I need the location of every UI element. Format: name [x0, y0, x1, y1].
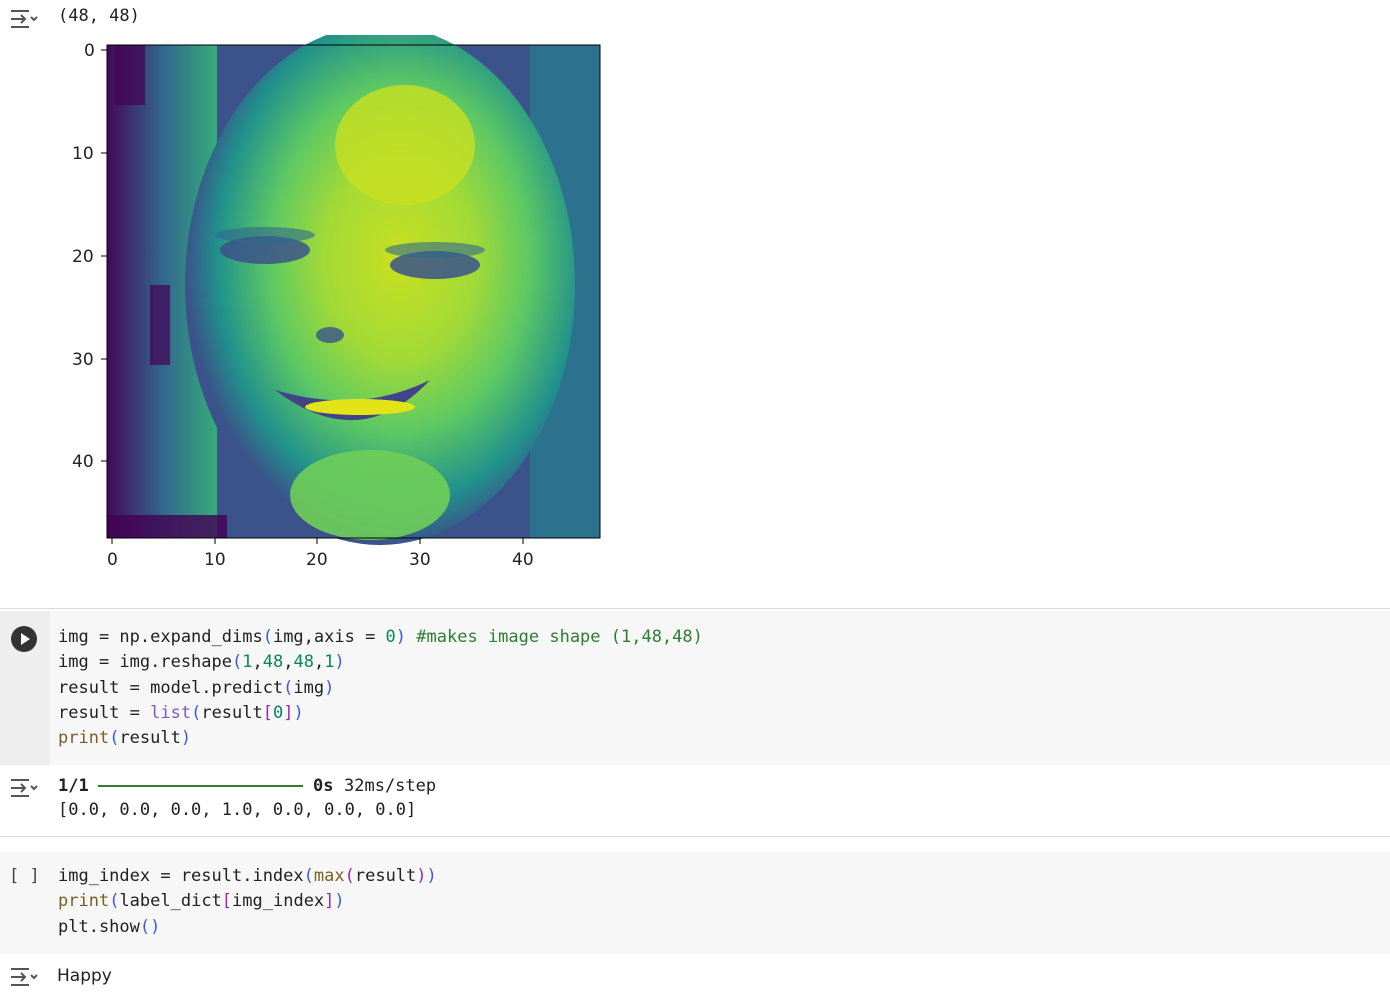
- code-line[interactable]: result = model.predict(img): [58, 678, 334, 698]
- prediction-output: Happy: [57, 966, 112, 986]
- y-tick-label: 0: [84, 41, 95, 61]
- y-tick-label: 20: [72, 247, 94, 267]
- output-toggle-icon[interactable]: [9, 777, 39, 801]
- heatmap-image: [107, 25, 600, 545]
- progress-time: 0s: [313, 776, 334, 796]
- y-tick-label: 30: [72, 350, 94, 370]
- x-axis: [111, 538, 524, 544]
- cell-separator: [0, 608, 1390, 609]
- run-button[interactable]: [ ]: [9, 866, 40, 886]
- progress-bar: [98, 785, 303, 787]
- code-line[interactable]: print(result): [58, 728, 191, 748]
- x-tick-label: 10: [204, 550, 226, 570]
- cell-separator: [0, 836, 1390, 837]
- y-tick-label: 10: [72, 144, 94, 164]
- x-tick-label: 0: [107, 550, 118, 570]
- output-toggle-icon[interactable]: [9, 966, 39, 990]
- plot-svg: [101, 25, 601, 545]
- code-cell[interactable]: [ ] img_index = result.index(max(result)…: [0, 852, 1390, 954]
- code-line[interactable]: print(label_dict[img_index]): [58, 891, 345, 911]
- code-line[interactable]: result = list(result[0]): [58, 703, 304, 723]
- code-comment: #makes image shape (1,48,48): [416, 627, 703, 647]
- shape-output: (48, 48): [58, 6, 140, 26]
- code-line[interactable]: img = np.expand_dims(img,axis = 0) #make…: [58, 627, 703, 647]
- x-tick-label: 30: [409, 550, 431, 570]
- output-toggle-icon[interactable]: [9, 8, 39, 32]
- image-plot: [60, 25, 620, 580]
- y-axis: [101, 49, 107, 462]
- progress-count: 1/1: [58, 776, 89, 796]
- code-cell[interactable]: img = np.expand_dims(img,axis = 0) #make…: [0, 611, 1390, 765]
- progress-rate: 32ms/step: [344, 776, 437, 796]
- result-output: [0.0, 0.0, 0.0, 1.0, 0.0, 0.0, 0.0]: [58, 800, 417, 820]
- x-tick-label: 20: [306, 550, 328, 570]
- code-line[interactable]: img = img.reshape(1,48,48,1): [58, 652, 345, 672]
- code-line[interactable]: img_index = result.index(max(result)): [58, 866, 437, 886]
- code-line[interactable]: plt.show(): [58, 917, 160, 937]
- progress-fill: [98, 785, 303, 787]
- y-tick-label: 40: [72, 452, 94, 472]
- play-icon: [21, 633, 30, 645]
- run-button[interactable]: [11, 626, 37, 652]
- x-tick-label: 40: [512, 550, 534, 570]
